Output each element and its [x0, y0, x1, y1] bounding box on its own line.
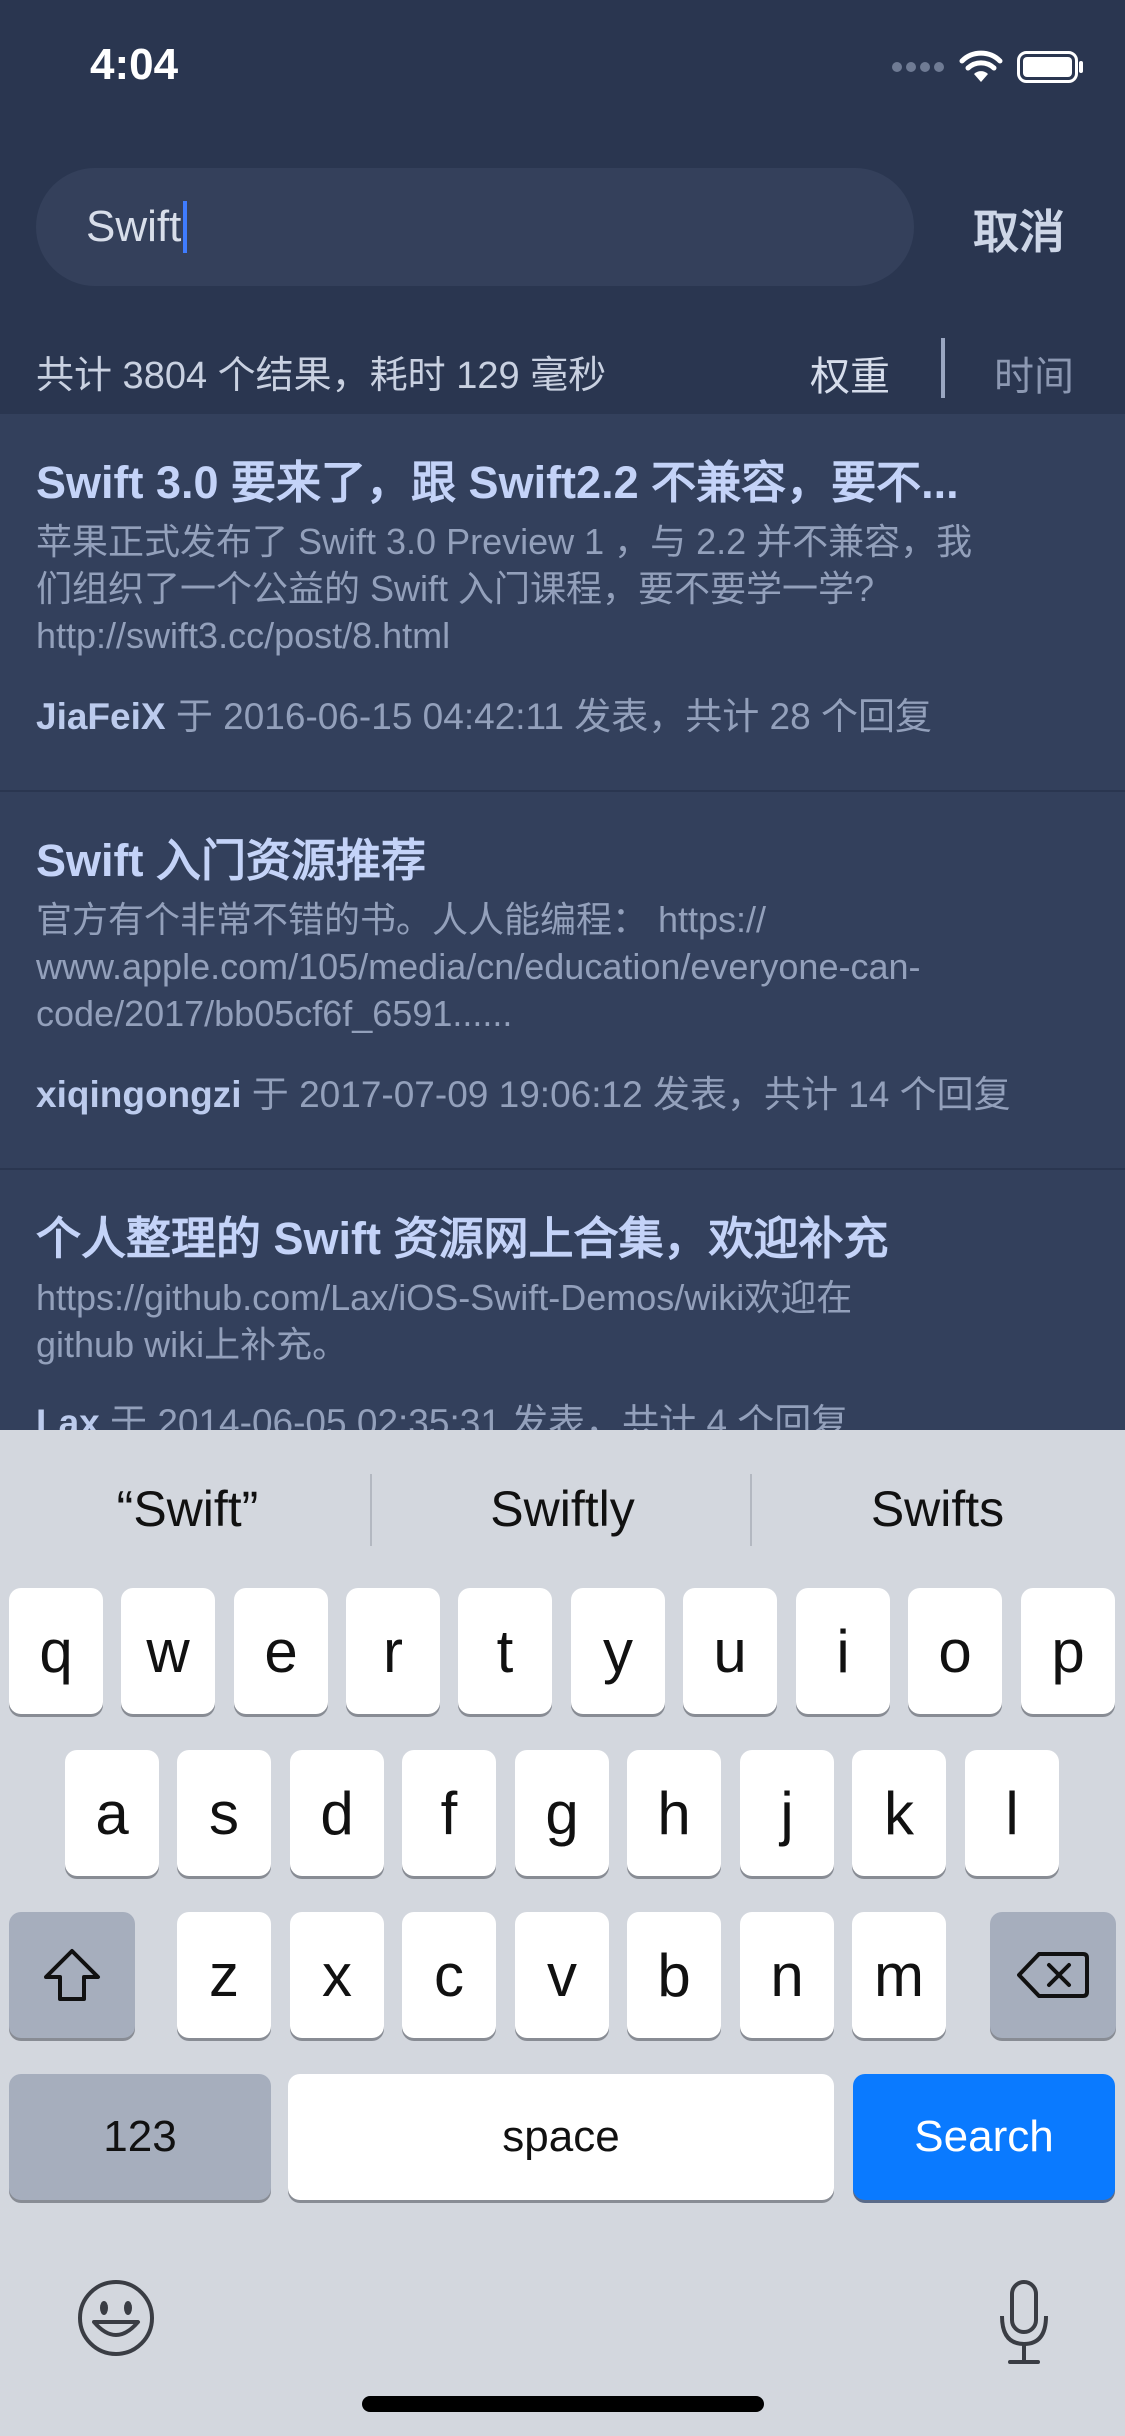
result-author[interactable]: xiqingongzi	[36, 1074, 242, 1115]
result-excerpt: 苹果正式发布了 Swift 3.0 Preview 1 ，与 2.2 并不兼容，…	[36, 521, 973, 656]
cancel-button[interactable]: 取消	[973, 196, 1065, 262]
signal-dots-icon	[892, 62, 944, 72]
suggestion-divider	[370, 1474, 372, 1546]
key-z[interactable]: z	[177, 1912, 271, 2038]
result-meta: Lax 于 2014-06-05 02:35:31 发表，共计 4 个回复	[36, 1392, 848, 1430]
results-list[interactable]: Swift 3.0 要来了，跟 Swift2.2 不兼容，要不... 苹果正式发…	[0, 414, 1125, 1430]
key-a[interactable]: a	[65, 1750, 159, 1876]
text-caret	[183, 201, 188, 253]
key-j[interactable]: j	[740, 1750, 834, 1876]
result-title[interactable]: Swift 3.0 要来了，跟 Swift2.2 不兼容，要不...	[36, 446, 1076, 511]
status-icons	[891, 50, 1085, 84]
key-x[interactable]: x	[290, 1912, 384, 2038]
numbers-key[interactable]: 123	[9, 2074, 271, 2200]
key-f[interactable]: f	[402, 1750, 496, 1876]
key-v[interactable]: v	[515, 1912, 609, 2038]
shift-key[interactable]	[9, 1912, 135, 2038]
key-c[interactable]: c	[402, 1912, 496, 2038]
home-indicator	[362, 2396, 764, 2412]
result-meta-text: 于 2016-06-15 04:42:11 发表，共计 28 个回复	[165, 696, 932, 737]
key-m[interactable]: m	[852, 1912, 946, 2038]
battery-icon	[1017, 51, 1083, 83]
shift-icon	[44, 1949, 100, 2001]
key-h[interactable]: h	[627, 1750, 721, 1876]
key-l[interactable]: l	[965, 1750, 1059, 1876]
result-item[interactable]: Swift 3.0 要来了，跟 Swift2.2 不兼容，要不... 苹果正式发…	[0, 414, 1125, 792]
sort-by-time-tab[interactable]: 时间	[994, 344, 1074, 402]
result-title[interactable]: Swift 入门资源推荐	[36, 824, 1076, 889]
status-time: 4:04	[90, 40, 179, 89]
search-key[interactable]: Search	[853, 2074, 1115, 2200]
result-meta-text: 于 2017-07-09 19:06:12 发表，共计 14 个回复	[241, 1074, 1011, 1115]
key-u[interactable]: u	[683, 1588, 777, 1714]
key-b[interactable]: b	[627, 1912, 721, 2038]
result-title[interactable]: 个人整理的 Swift 资源网上合集，欢迎补充	[36, 1202, 1076, 1267]
key-r[interactable]: r	[346, 1588, 440, 1714]
key-y[interactable]: y	[571, 1588, 665, 1714]
result-excerpt: https://github.com/Lax/iOS-Swift-Demos/w…	[36, 1277, 853, 1365]
key-k[interactable]: k	[852, 1750, 946, 1876]
emoji-icon	[78, 2280, 154, 2356]
search-input[interactable]: Swift	[36, 168, 914, 286]
emoji-button[interactable]	[76, 2278, 156, 2358]
suggestion-3[interactable]: Swifts	[750, 1480, 1125, 1538]
result-meta-text: 于 2014-06-05 02:35:31 发表，共计 4 个回复	[99, 1402, 849, 1430]
microphone-icon	[1000, 2280, 1048, 2364]
result-meta: JiaFeiX 于 2016-06-15 04:42:11 发表，共计 28 个…	[36, 686, 932, 740]
delete-icon	[1017, 1952, 1089, 1998]
key-p[interactable]: p	[1021, 1588, 1115, 1714]
sort-by-weight-tab[interactable]: 权重	[810, 344, 890, 402]
results-summary: 共计 3804 个结果，耗时 129 毫秒	[36, 355, 607, 397]
key-o[interactable]: o	[908, 1588, 1002, 1714]
suggestion-2[interactable]: Swiftly	[375, 1480, 750, 1538]
result-excerpt: 官方有个非常不错的书。人人能编程： https:// www.apple.com…	[36, 899, 921, 1034]
keyboard: “Swift” Swiftly Swifts q w e r t y u i o…	[0, 1430, 1125, 2436]
result-item[interactable]: 个人整理的 Swift 资源网上合集，欢迎补充 https://github.c…	[0, 1170, 1125, 1430]
key-i[interactable]: i	[796, 1588, 890, 1714]
key-n[interactable]: n	[740, 1912, 834, 2038]
sort-divider	[941, 338, 945, 398]
wifi-icon	[959, 50, 1003, 82]
dictation-button[interactable]	[996, 2280, 1052, 2366]
key-e[interactable]: e	[234, 1588, 328, 1714]
result-author[interactable]: Lax	[36, 1402, 100, 1430]
key-g[interactable]: g	[515, 1750, 609, 1876]
result-meta: xiqingongzi 于 2017-07-09 19:06:12 发表，共计 …	[36, 1064, 1011, 1118]
delete-key[interactable]	[990, 1912, 1116, 2038]
key-w[interactable]: w	[121, 1588, 215, 1714]
key-s[interactable]: s	[177, 1750, 271, 1876]
result-item[interactable]: Swift 入门资源推荐 官方有个非常不错的书。人人能编程： https:// …	[0, 792, 1125, 1170]
space-key[interactable]: space	[288, 2074, 834, 2200]
key-q[interactable]: q	[9, 1588, 103, 1714]
key-d[interactable]: d	[290, 1750, 384, 1876]
suggestion-1[interactable]: “Swift”	[0, 1480, 375, 1538]
search-input-value: Swift	[86, 202, 182, 251]
key-t[interactable]: t	[458, 1588, 552, 1714]
result-author[interactable]: JiaFeiX	[36, 696, 166, 737]
